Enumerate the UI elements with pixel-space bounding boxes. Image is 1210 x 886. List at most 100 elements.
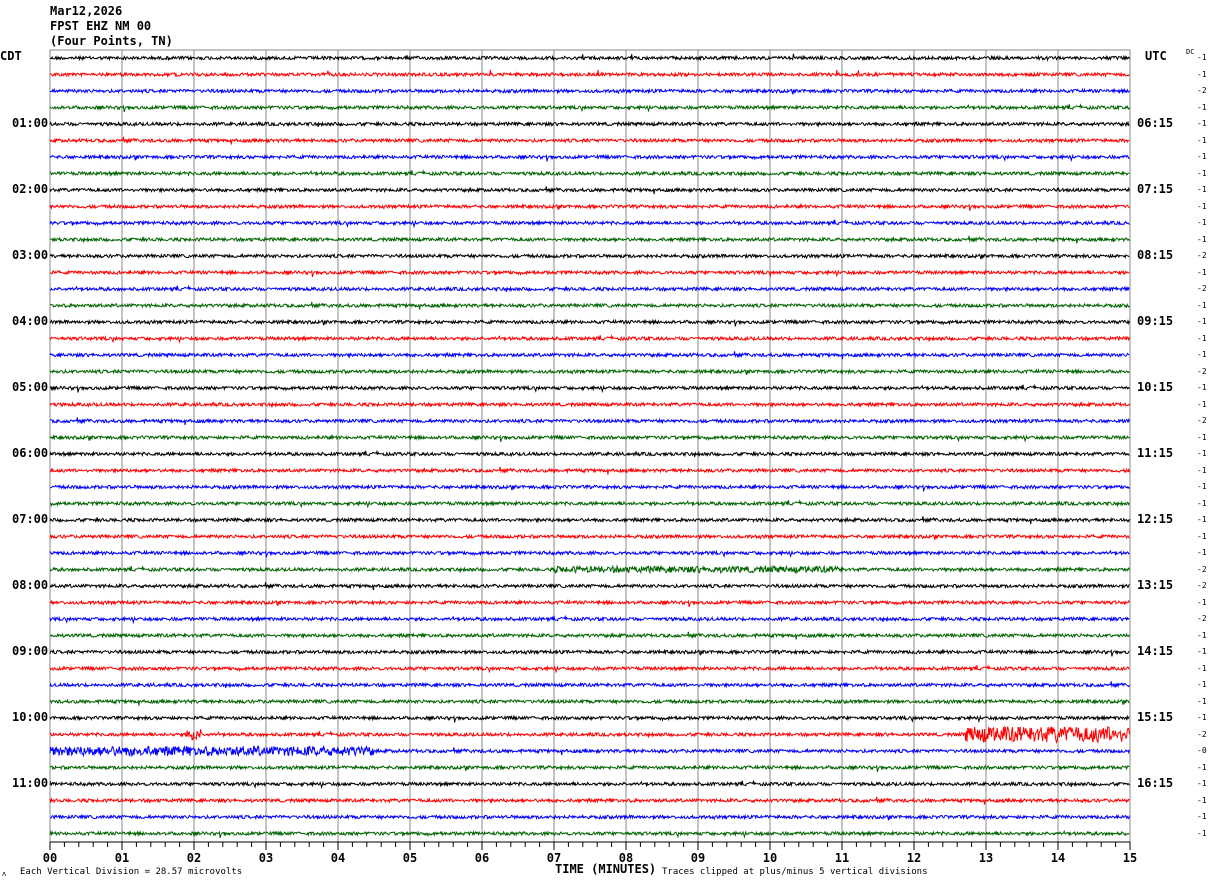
dc-offset-label: -1 <box>1197 482 1207 491</box>
cdt-hour-label: 06:00 <box>12 446 49 460</box>
trace-row <box>49 87 1130 95</box>
scale-text: Each Vertical Division = 28.57 microvolt… <box>20 867 243 877</box>
trace-row <box>49 549 1130 559</box>
dc-offset-label: -1 <box>1197 218 1207 227</box>
trace-row <box>49 120 1130 128</box>
trace-row <box>49 252 1130 260</box>
trace-row <box>49 499 1130 509</box>
x-tick-label: 15 <box>1123 851 1137 865</box>
cdt-label: CDT <box>0 49 22 63</box>
cdt-hour-label: 01:00 <box>12 116 49 130</box>
dc-offset-label: -2 <box>1197 366 1207 376</box>
cdt-hour-label: 11:00 <box>12 776 49 790</box>
trace-row <box>49 664 1130 674</box>
trace-row <box>49 368 1130 376</box>
trace-row <box>49 136 1130 145</box>
trace-row <box>49 401 1130 408</box>
dc-offset-label: -1 <box>1197 465 1207 475</box>
dc-offset-label: -1 <box>1197 267 1207 277</box>
cdt-hour-label: 04:00 <box>12 314 49 328</box>
trace-row <box>49 614 1130 625</box>
helicorder-plot: 00 01 02 03 04 05 06 07 08 09 10 11 12 13 14 15 <box>43 49 1137 865</box>
dc-offset-label: -1 <box>1197 680 1207 689</box>
dc-offset-label: -1 <box>1197 432 1207 442</box>
trace-row <box>49 648 1130 657</box>
trace-row <box>49 813 1130 821</box>
dc-offset-label: -1 <box>1197 383 1207 392</box>
trace-row <box>49 631 1130 640</box>
dc-offset-label: -2 <box>1197 86 1207 95</box>
dc-offset-label: -2 <box>1197 416 1207 425</box>
dc-offset-label: -0 <box>1197 746 1207 755</box>
x-tick-label: 10 <box>763 851 777 865</box>
dc-offset-label: -1 <box>1197 317 1207 326</box>
trace-row <box>49 744 1130 758</box>
utc-hour-label: 09:15 <box>1137 314 1174 328</box>
trace-row <box>49 268 1130 278</box>
x-tick-label: 09 <box>691 851 705 865</box>
dc-offset-label: -1 <box>1197 399 1207 409</box>
x-tick-label: 02 <box>187 851 201 865</box>
trace-row <box>49 582 1130 591</box>
trace-row <box>49 417 1130 426</box>
trace-row <box>49 169 1130 177</box>
utc-hour-label: 08:15 <box>1137 248 1174 262</box>
trace-row <box>50 284 1130 293</box>
dc-offset-label: -1 <box>1197 779 1207 788</box>
trace-row <box>49 725 1130 745</box>
dc-offset-label: -1 <box>1197 647 1207 656</box>
dc-offset-label: -2 <box>1197 581 1207 590</box>
utc-hour-label: 16:15 <box>1137 776 1174 790</box>
dc-offset-label: -1 <box>1197 300 1207 310</box>
dc-offset-label: -1 <box>1197 548 1207 557</box>
trace-row <box>49 796 1130 805</box>
trace-row <box>49 681 1130 689</box>
dc-offset-label: -2 <box>1197 564 1207 574</box>
cdt-hour-label: 08:00 <box>12 578 49 592</box>
x-tick-label: 11 <box>835 851 849 865</box>
dc-offset-label: -1 <box>1197 663 1207 673</box>
utc-hour-label: 10:15 <box>1137 380 1174 394</box>
trace-row <box>49 714 1130 724</box>
utc-hour-label: 11:15 <box>1137 446 1174 460</box>
utc-label: UTC <box>1145 49 1167 63</box>
trace-row <box>49 301 1130 310</box>
utc-hour-label: 15:15 <box>1137 710 1174 724</box>
trace-row <box>49 69 1130 79</box>
x-tick-label: 13 <box>979 851 993 865</box>
trace-row <box>49 186 1130 195</box>
trace-row <box>49 698 1130 706</box>
trace-row <box>49 779 1130 790</box>
dc-offset-label: -1 <box>1197 515 1207 524</box>
cdt-hour-label: 02:00 <box>12 182 49 196</box>
dc-offset-label: -1 <box>1197 168 1207 178</box>
plot-frame <box>49 49 1131 843</box>
trace-row <box>49 483 1130 492</box>
dc-offset-label: -1 <box>1197 69 1207 79</box>
trace-row <box>49 516 1130 525</box>
dc-offset-label: -1 <box>1197 350 1207 359</box>
dc-offset-label: -1 <box>1197 53 1207 62</box>
dc-offset-label: -1 <box>1197 119 1207 128</box>
dc-offset-label: -1 <box>1197 152 1207 161</box>
cdt-hour-label: 09:00 <box>12 644 49 658</box>
dc-offset-label: -1 <box>1197 812 1207 821</box>
dc-offset-label: -1 <box>1197 597 1207 607</box>
trace-row <box>49 218 1130 229</box>
utc-hour-label: 06:15 <box>1137 116 1174 130</box>
dc-offset-label: -1 <box>1197 185 1207 194</box>
utc-hour-label: 12:15 <box>1137 512 1174 526</box>
clip-note: Traces clipped at plus/minus 5 vertical … <box>662 867 928 877</box>
cdt-hour-label: 03:00 <box>12 248 49 262</box>
utc-hour-label: 07:15 <box>1137 182 1174 196</box>
x-tick-label: 04 <box>331 851 345 865</box>
x-tick-label: 05 <box>403 851 417 865</box>
trace-row <box>49 383 1130 394</box>
trace-row <box>49 434 1130 443</box>
trace-row <box>49 466 1130 475</box>
trace-row <box>49 103 1130 113</box>
utc-hour-label: 14:15 <box>1137 644 1174 658</box>
trace-row <box>49 318 1130 327</box>
trace-row <box>49 351 1130 360</box>
dc-offset-label: -1 <box>1197 234 1207 244</box>
